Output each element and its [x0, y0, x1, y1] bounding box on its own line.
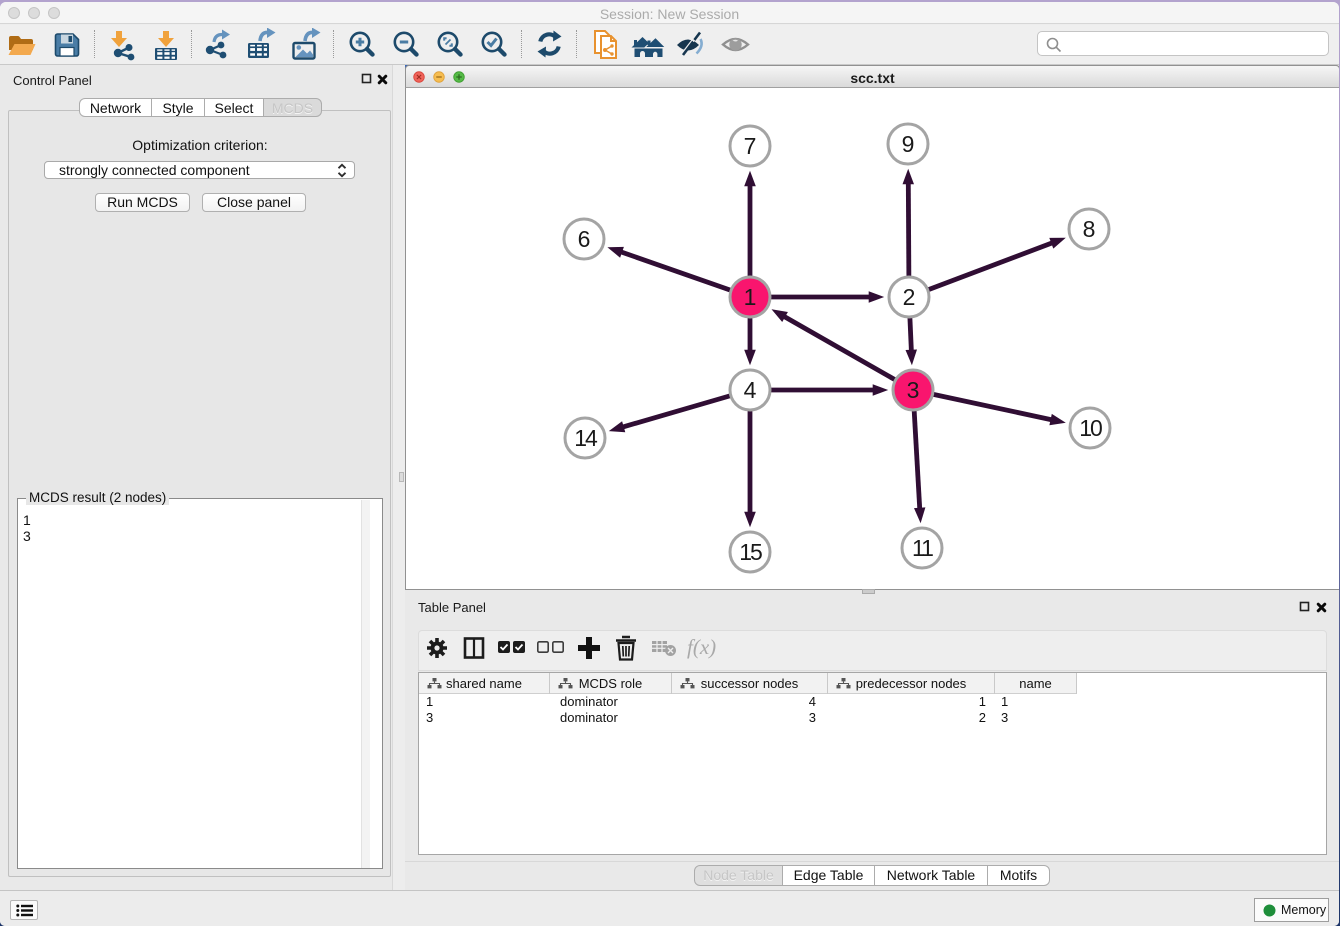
- svg-text:8: 8: [1083, 216, 1096, 242]
- svg-text:14: 14: [574, 425, 598, 451]
- svg-text:6: 6: [578, 226, 591, 252]
- svg-text:4: 4: [744, 377, 757, 403]
- svg-text:9: 9: [902, 131, 915, 157]
- svg-text:7: 7: [744, 133, 757, 159]
- svg-text:1: 1: [744, 284, 757, 310]
- svg-text:15: 15: [739, 539, 762, 565]
- svg-text:3: 3: [907, 377, 920, 403]
- svg-text:2: 2: [903, 284, 916, 310]
- svg-text:11: 11: [912, 535, 933, 561]
- svg-text:10: 10: [1079, 415, 1102, 441]
